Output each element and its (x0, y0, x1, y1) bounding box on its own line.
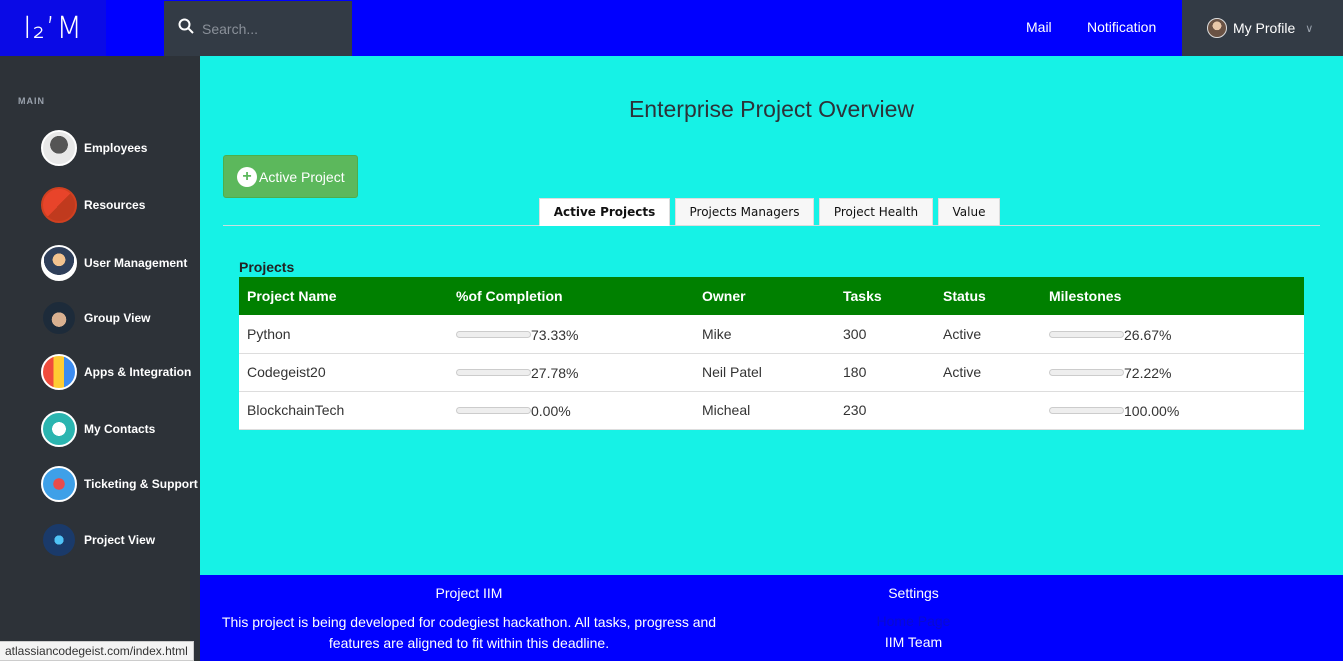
milestones-cell: 26.67% (1041, 315, 1304, 353)
sidebar-item-label: User Management (84, 256, 188, 270)
tab-projects-managers[interactable]: Projects Managers (675, 198, 814, 226)
project-name: Python (247, 325, 291, 342)
active-project-button[interactable]: + Active Project (223, 155, 358, 198)
chevron-down-icon: ∨ (1305, 22, 1314, 35)
completion-value: 73.33% (531, 326, 579, 343)
column-header[interactable]: %of Completion (448, 277, 694, 315)
sidebar-item-project-view[interactable]: Project View (41, 522, 155, 558)
table-header-row: Project Name %of Completion Owner Tasks … (239, 277, 1304, 315)
project-view-icon (41, 522, 77, 558)
app-logo[interactable]: I₂’M (0, 0, 106, 56)
user-management-icon (41, 245, 77, 281)
column-header[interactable]: Status (935, 277, 1041, 315)
tasks: 300 (843, 325, 867, 342)
sidebar-item-ticketing-support[interactable]: Ticketing & Support (41, 466, 198, 502)
section-label: Projects (239, 259, 295, 275)
contacts-icon (41, 411, 77, 447)
sidebar-item-label: Group View (84, 311, 151, 325)
sidebar-item-label: My Contacts (84, 422, 156, 436)
search-icon[interactable] (178, 18, 194, 39)
owner: Mike (702, 325, 732, 342)
nav-mail-link[interactable]: Mail (1026, 19, 1052, 35)
sidebar-item-my-contacts[interactable]: My Contacts (41, 411, 155, 447)
owner: Micheal (702, 402, 751, 418)
sidebar-item-employees[interactable]: Employees (41, 130, 147, 166)
profile-menu[interactable]: My Profile ∨ (1182, 0, 1343, 56)
footer-settings-title: Settings (888, 585, 939, 601)
completion-progress-bar (456, 369, 531, 377)
plus-circle-icon: + (237, 167, 257, 187)
sidebar-item-label: Resources (84, 198, 146, 212)
sidebar-item-user-management[interactable]: User Management (41, 245, 187, 281)
milestones-value: 72.22% (1124, 364, 1172, 381)
search-box (164, 1, 352, 56)
logo-text: I₂’M (22, 10, 84, 46)
column-header[interactable]: Milestones (1041, 277, 1304, 315)
owner: Neil Patel (702, 364, 762, 380)
milestones-value: 100.00% (1124, 402, 1180, 419)
completion-value: 0.00% (531, 402, 571, 419)
status (935, 391, 1041, 429)
employees-icon (41, 130, 77, 166)
tab-active-projects[interactable]: Active Projects (539, 198, 670, 226)
completion-cell: 73.33% (448, 315, 694, 353)
tasks: 180 (843, 364, 867, 380)
column-header[interactable]: Project Name (239, 277, 448, 315)
nav-notification-link[interactable]: Notification (1087, 19, 1156, 35)
sidebar-item-label: Employees (84, 141, 148, 155)
completion-progress-bar (456, 331, 531, 338)
sidebar-item-group-view[interactable]: Group View (41, 300, 150, 336)
completion-cell: 27.78% (448, 353, 694, 391)
sidebar-item-label: Project View (84, 533, 156, 547)
ticketing-icon (41, 466, 77, 502)
milestones-progress-bar (1049, 407, 1124, 415)
active-project-button-label: Active Project (259, 168, 345, 185)
milestones-progress-bar (1049, 369, 1124, 377)
column-header[interactable]: Tasks (835, 277, 935, 315)
sidebar-item-label: Ticketing & Support (84, 477, 198, 491)
tasks: 230 (843, 402, 867, 418)
profile-label: My Profile (1233, 20, 1296, 36)
project-name: Codegeist20 (247, 364, 326, 380)
completion-cell: 0.00% (448, 391, 694, 429)
projects-table: Project Name %of Completion Owner Tasks … (239, 277, 1304, 430)
sidebar-item-apps-integration[interactable]: Apps & Integration (41, 354, 191, 390)
resources-icon (41, 187, 77, 223)
tab-project-health[interactable]: Project Health (819, 198, 933, 226)
table-row[interactable]: BlockchainTech 0.00% Micheal 230 100.00% (239, 391, 1304, 429)
table-row[interactable]: Python 73.33% Mike 300 Active 26.67% (239, 315, 1304, 353)
status: Active (943, 325, 982, 342)
column-header[interactable]: Owner (694, 277, 835, 315)
table-row[interactable]: Codegeist20 27.78% Neil Patel 180 Active… (239, 353, 1304, 391)
footer-link-iim-team[interactable]: IIM Team (840, 634, 987, 650)
status: Active (943, 364, 982, 380)
project-name: BlockchainTech (247, 402, 345, 418)
milestones-cell: 100.00% (1041, 391, 1304, 429)
milestones-progress-bar (1049, 331, 1124, 338)
tab-value[interactable]: Value (938, 198, 1000, 226)
apps-icon (41, 354, 77, 390)
page-title: Enterprise Project Overview (628, 96, 915, 122)
sidebar-heading: MAIN (18, 96, 45, 106)
search-input[interactable] (202, 20, 352, 37)
sidebar-item-label: Apps & Integration (84, 365, 192, 379)
milestones-cell: 72.22% (1041, 353, 1304, 391)
top-navbar: I₂’M Mail Notification My Profile ∨ (0, 0, 1343, 56)
sidebar-item-resources[interactable]: Resources (41, 187, 145, 223)
completion-value: 27.78% (531, 364, 579, 381)
avatar (1207, 18, 1227, 38)
footer: Project IIM This project is being develo… (200, 575, 1343, 661)
footer-description: This project is being developed for code… (221, 614, 717, 651)
group-view-icon (41, 300, 77, 336)
browser-status-url: atlassiancodegeist.com/index.html (0, 641, 194, 661)
sidebar: MAIN Employees Resources User Management… (0, 56, 200, 661)
footer-project-title: Project IIM (435, 585, 503, 601)
milestones-value: 26.67% (1124, 326, 1172, 343)
footer-link-home-page[interactable]: Home Page (840, 613, 987, 629)
completion-progress-bar (456, 407, 531, 415)
